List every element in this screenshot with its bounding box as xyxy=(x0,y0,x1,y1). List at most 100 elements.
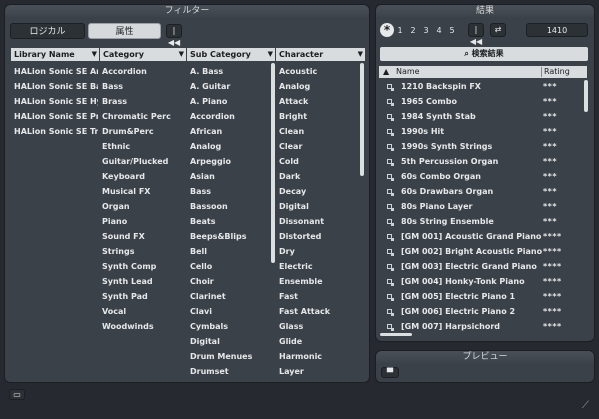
result-rating[interactable]: *** xyxy=(543,169,557,184)
rating-level-5[interactable]: 5 xyxy=(447,24,457,37)
result-rating[interactable]: **** xyxy=(543,304,562,319)
filter-item[interactable]: Clavi xyxy=(186,304,272,319)
filter-item[interactable]: Electric xyxy=(275,259,359,274)
search-results-field[interactable]: ⌕ 検索結果 xyxy=(380,47,588,61)
filter-item[interactable]: Synth Comp xyxy=(98,259,184,274)
result-rating[interactable]: *** xyxy=(543,79,557,94)
filter-item[interactable]: A. Guitar xyxy=(186,79,272,94)
result-row[interactable]: 80s Piano Layer *** xyxy=(379,199,586,214)
result-rating[interactable]: *** xyxy=(543,124,557,139)
filter-item[interactable]: Vocal xyxy=(98,304,184,319)
result-row[interactable]: 1965 Combo *** xyxy=(379,94,586,109)
result-row[interactable]: [GM 004] Honky-Tonk Piano **** xyxy=(379,274,586,289)
filter-item[interactable]: Cymbals xyxy=(186,319,272,334)
filter-item[interactable]: Choir xyxy=(186,274,272,289)
filter-item[interactable]: Dissonant xyxy=(275,214,359,229)
filter-item[interactable]: Distorted xyxy=(275,229,359,244)
filter-item[interactable]: Bass xyxy=(186,184,272,199)
tab-logical[interactable]: ロジカル xyxy=(10,23,85,39)
filter-item[interactable]: Dark xyxy=(275,169,359,184)
filter-item[interactable]: Woodwinds xyxy=(98,319,184,334)
result-rating[interactable]: *** xyxy=(543,214,557,229)
filter-item[interactable]: HALion Sonic SE Pro xyxy=(10,109,98,124)
filter-item[interactable]: Keyboard xyxy=(98,169,184,184)
filter-item[interactable]: Dry xyxy=(275,244,359,259)
filter-item[interactable]: Attack xyxy=(275,94,359,109)
filter-item[interactable]: Asian xyxy=(186,169,272,184)
results-h-scrollbar[interactable] xyxy=(380,333,412,336)
filter-item[interactable]: Drumset xyxy=(186,364,272,379)
result-row[interactable]: [GM 007] Harpsichord **** xyxy=(379,319,586,333)
filter-item[interactable]: Accordion xyxy=(186,109,272,124)
filter-item[interactable]: Analog xyxy=(186,139,272,154)
filter-item[interactable]: Analog xyxy=(275,79,359,94)
filter-item[interactable]: Clear xyxy=(275,139,359,154)
result-rating[interactable]: *** xyxy=(543,154,557,169)
filter-item[interactable]: Guitar/Plucked xyxy=(98,154,184,169)
character-scrollbar[interactable] xyxy=(360,63,364,176)
result-rating[interactable]: *** xyxy=(543,109,557,124)
filter-item[interactable]: Ethnic xyxy=(98,139,184,154)
filter-item[interactable]: Harmonic xyxy=(275,349,359,364)
result-row[interactable]: 1990s Synth Strings *** xyxy=(379,139,586,154)
filter-item[interactable]: Cello xyxy=(186,259,272,274)
filter-item[interactable]: Bell xyxy=(186,244,272,259)
filter-item[interactable]: Musical FX xyxy=(98,184,184,199)
resize-grip-icon[interactable]: ⟋ xyxy=(582,400,594,412)
column-header-character[interactable]: Character ▼ xyxy=(276,48,365,61)
result-rating[interactable]: *** xyxy=(543,139,557,154)
results-reset-button[interactable]: |◀◀ xyxy=(468,23,484,46)
result-row[interactable]: 1210 Backspin FX *** xyxy=(379,79,586,94)
result-rating[interactable]: **** xyxy=(543,274,562,289)
filter-item[interactable]: Sound FX xyxy=(98,229,184,244)
sync-button[interactable]: ⇄ xyxy=(490,23,506,37)
result-row[interactable]: [GM 003] Electric Grand Piano **** xyxy=(379,259,586,274)
result-row[interactable]: 60s Drawbars Organ *** xyxy=(379,184,586,199)
filter-item[interactable]: Synth Pad xyxy=(98,289,184,304)
result-rating[interactable]: **** xyxy=(543,289,562,304)
column-rating-header[interactable]: Rating xyxy=(544,66,570,78)
result-rating[interactable]: *** xyxy=(543,199,557,214)
filter-item[interactable]: Fast xyxy=(275,289,359,304)
result-rating[interactable]: **** xyxy=(543,259,562,274)
result-rating[interactable]: **** xyxy=(543,229,562,244)
result-rating[interactable]: **** xyxy=(543,244,562,259)
column-name-header[interactable]: Name xyxy=(396,66,420,78)
result-row[interactable]: [GM 006] Electric Piano 2 **** xyxy=(379,304,586,319)
filter-item[interactable]: Arpeggio xyxy=(186,154,272,169)
reset-filter-button[interactable]: |◀◀ xyxy=(166,24,182,47)
filter-item[interactable]: African xyxy=(186,124,272,139)
filter-item[interactable]: Drum Menues xyxy=(186,349,272,364)
result-row[interactable]: 60s Combo Organ *** xyxy=(379,169,586,184)
filter-item[interactable]: Ensemble xyxy=(275,274,359,289)
filter-item[interactable]: Drum&Perc xyxy=(98,124,184,139)
filter-item[interactable]: Beats xyxy=(186,214,272,229)
result-rating[interactable]: *** xyxy=(543,184,557,199)
tab-attributes[interactable]: 属性 xyxy=(88,23,161,39)
filter-item[interactable]: HALion Sonic SE Artis xyxy=(10,64,98,79)
filter-item[interactable]: A. Piano xyxy=(186,94,272,109)
filter-item[interactable]: Piano xyxy=(98,214,184,229)
filter-item[interactable]: Decay xyxy=(275,184,359,199)
layout-toggle-button[interactable]: ▭ xyxy=(9,389,25,400)
result-row[interactable]: 1990s Hit *** xyxy=(379,124,586,139)
filter-item[interactable]: Clarinet xyxy=(186,289,272,304)
rating-level-1[interactable]: 1 xyxy=(395,24,405,37)
filter-item[interactable]: HALion Sonic SE Hybr xyxy=(10,94,98,109)
rating-filter-button[interactable]: * xyxy=(380,23,394,37)
filter-item[interactable]: Brass xyxy=(98,94,184,109)
filter-item[interactable]: Strings xyxy=(98,244,184,259)
result-row[interactable]: 80s String Ensemble *** xyxy=(379,214,586,229)
filter-item[interactable]: Synth Lead xyxy=(98,274,184,289)
filter-item[interactable]: Bright xyxy=(275,109,359,124)
rating-level-2[interactable]: 2 xyxy=(408,24,418,37)
result-row[interactable]: [GM 001] Acoustic Grand Piano **** xyxy=(379,229,586,244)
result-row[interactable]: 1984 Synth Stab *** xyxy=(379,109,586,124)
filter-item[interactable]: Cold xyxy=(275,154,359,169)
sort-ascending-icon[interactable]: ▲ xyxy=(383,66,389,78)
filter-item[interactable]: Fast Attack xyxy=(275,304,359,319)
result-row[interactable]: 5th Percussion Organ *** xyxy=(379,154,586,169)
result-rating[interactable]: *** xyxy=(543,94,557,109)
filter-item[interactable]: Digital xyxy=(186,334,272,349)
filter-item[interactable]: Bassoon xyxy=(186,199,272,214)
